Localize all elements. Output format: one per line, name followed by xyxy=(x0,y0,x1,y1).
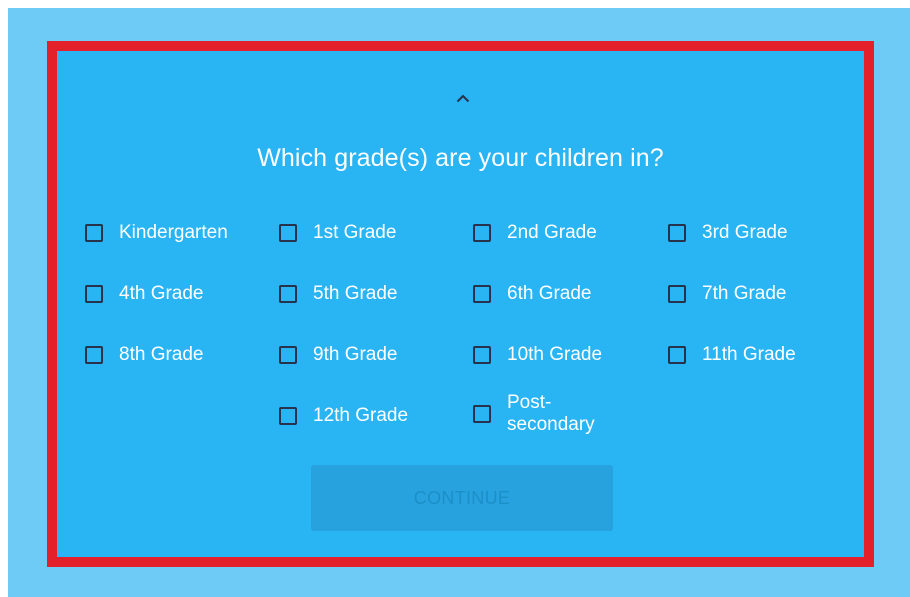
option-label: 9th Grade xyxy=(313,344,398,365)
checkbox[interactable] xyxy=(668,345,686,364)
option-label: 4th Grade xyxy=(119,283,204,304)
option-8th-grade[interactable]: 8th Grade xyxy=(85,343,204,366)
checkbox[interactable] xyxy=(279,406,297,425)
option-12th-grade[interactable]: 12th Grade xyxy=(279,404,408,427)
checkbox[interactable] xyxy=(85,223,103,242)
checkbox[interactable] xyxy=(473,284,491,303)
checkbox[interactable] xyxy=(473,345,491,364)
checkbox[interactable] xyxy=(473,405,491,423)
checkbox[interactable] xyxy=(279,223,297,242)
option-label: Post-secondary xyxy=(507,392,595,435)
checkbox[interactable] xyxy=(473,223,491,242)
checkbox[interactable] xyxy=(85,284,103,303)
option-3rd-grade[interactable]: 3rd Grade xyxy=(668,221,788,244)
option-kindergarten[interactable]: Kindergarten xyxy=(85,221,228,244)
option-label: 6th Grade xyxy=(507,283,592,304)
option-label: Kindergarten xyxy=(119,222,228,243)
option-label: 12th Grade xyxy=(313,405,409,426)
option-4th-grade[interactable]: 4th Grade xyxy=(85,282,204,305)
checkbox[interactable] xyxy=(279,284,297,303)
checkbox[interactable] xyxy=(668,223,686,242)
option-label: 5th Grade xyxy=(313,283,398,304)
option-post-secondary[interactable]: Post-secondary xyxy=(473,392,617,436)
option-label: 7th Grade xyxy=(702,283,787,304)
option-9th-grade[interactable]: 9th Grade xyxy=(279,343,398,366)
option-label: 8th Grade xyxy=(119,344,204,365)
checkbox[interactable] xyxy=(668,284,686,303)
collapse-button[interactable] xyxy=(451,87,475,109)
option-2nd-grade[interactable]: 2nd Grade xyxy=(473,221,597,244)
option-1st-grade[interactable]: 1st Grade xyxy=(279,221,396,244)
option-11th-grade[interactable]: 11th Grade xyxy=(668,343,796,366)
chevron-up-icon xyxy=(456,94,470,102)
survey-panel: Which grade(s) are your children in? Kin… xyxy=(47,41,874,567)
option-6th-grade[interactable]: 6th Grade xyxy=(473,282,592,305)
checkbox[interactable] xyxy=(279,345,297,364)
option-label: 3rd Grade xyxy=(702,222,788,243)
checkbox[interactable] xyxy=(85,345,103,364)
continue-button[interactable]: CONTINUE xyxy=(311,465,613,531)
option-7th-grade[interactable]: 7th Grade xyxy=(668,282,787,305)
question-heading: Which grade(s) are your children in? xyxy=(257,144,664,172)
option-label: 1st Grade xyxy=(313,222,397,243)
option-5th-grade[interactable]: 5th Grade xyxy=(279,282,398,305)
option-10th-grade[interactable]: 10th Grade xyxy=(473,343,602,366)
option-label: 10th Grade xyxy=(507,344,603,365)
option-label: 2nd Grade xyxy=(507,222,597,243)
option-label: 11th Grade xyxy=(702,344,796,365)
survey-panel-content: Which grade(s) are your children in? Kin… xyxy=(57,51,864,557)
